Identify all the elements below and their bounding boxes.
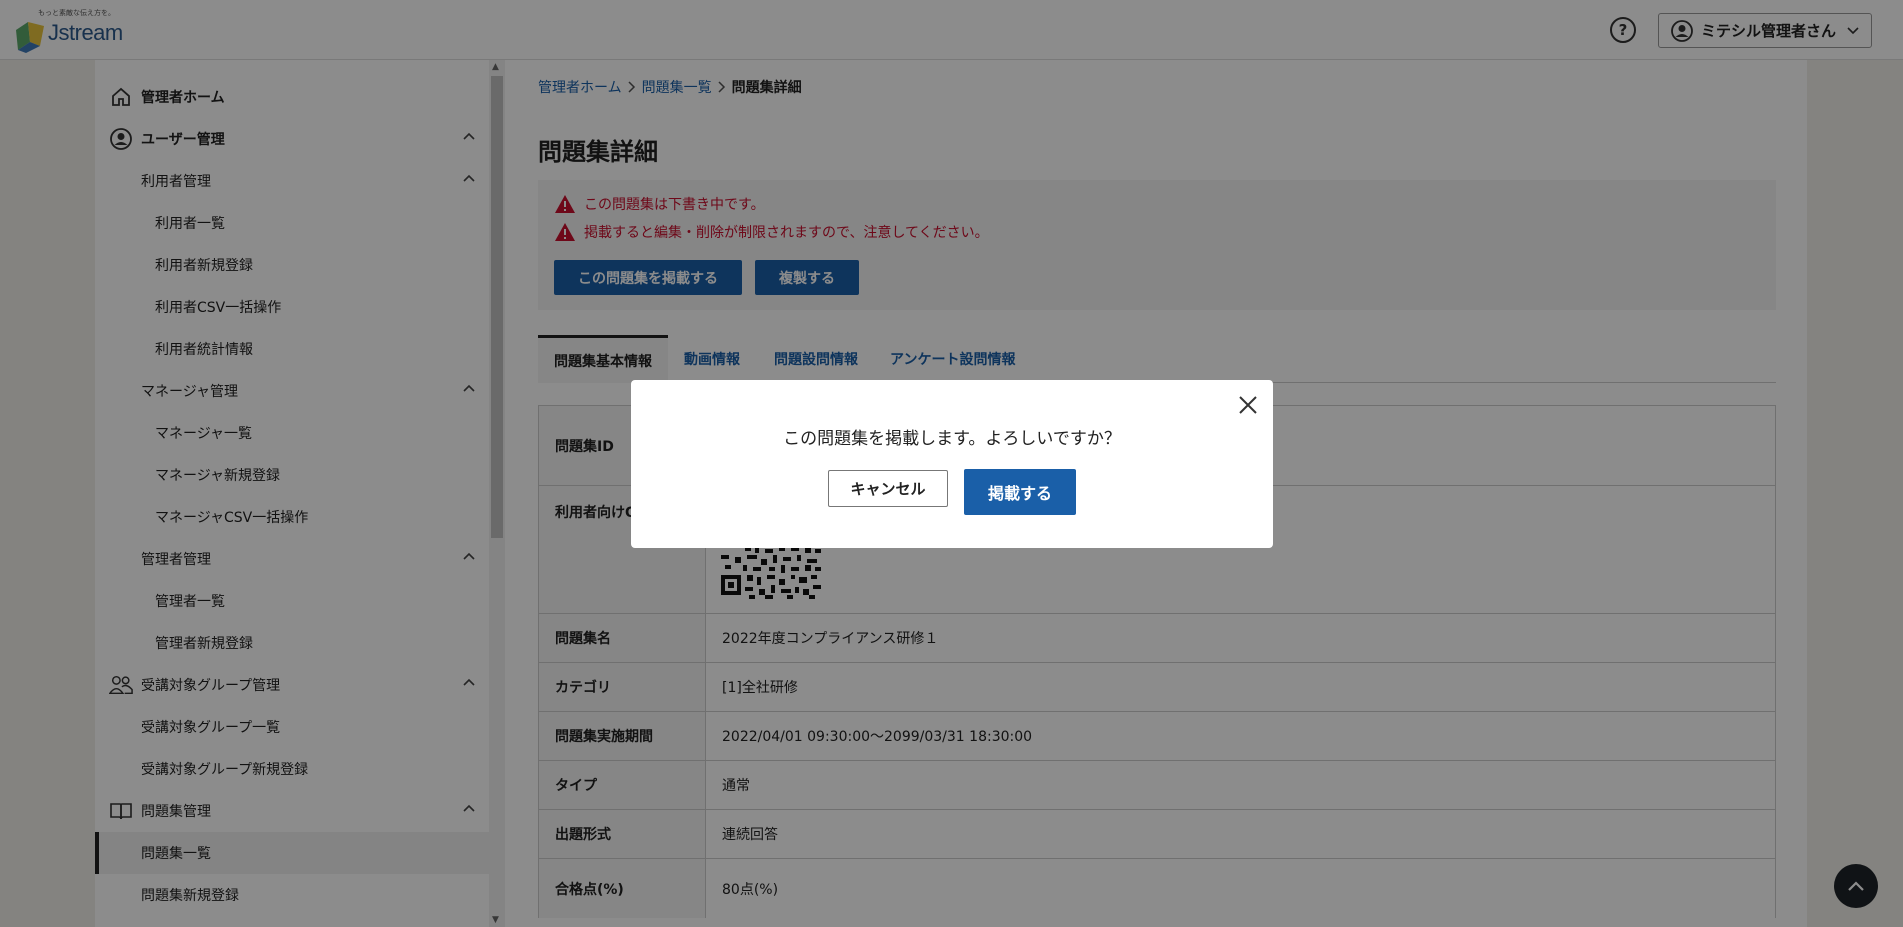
cancel-button[interactable]: キャンセル (828, 470, 948, 507)
dialog-message: この問題集を掲載します。よろしいですか？ (783, 429, 1121, 449)
publish-confirm-dialog: この問題集を掲載します。よろしいですか？ キャンセル 掲載する (631, 380, 1273, 548)
close-icon[interactable] (1237, 394, 1259, 416)
confirm-publish-button[interactable]: 掲載する (964, 469, 1076, 515)
